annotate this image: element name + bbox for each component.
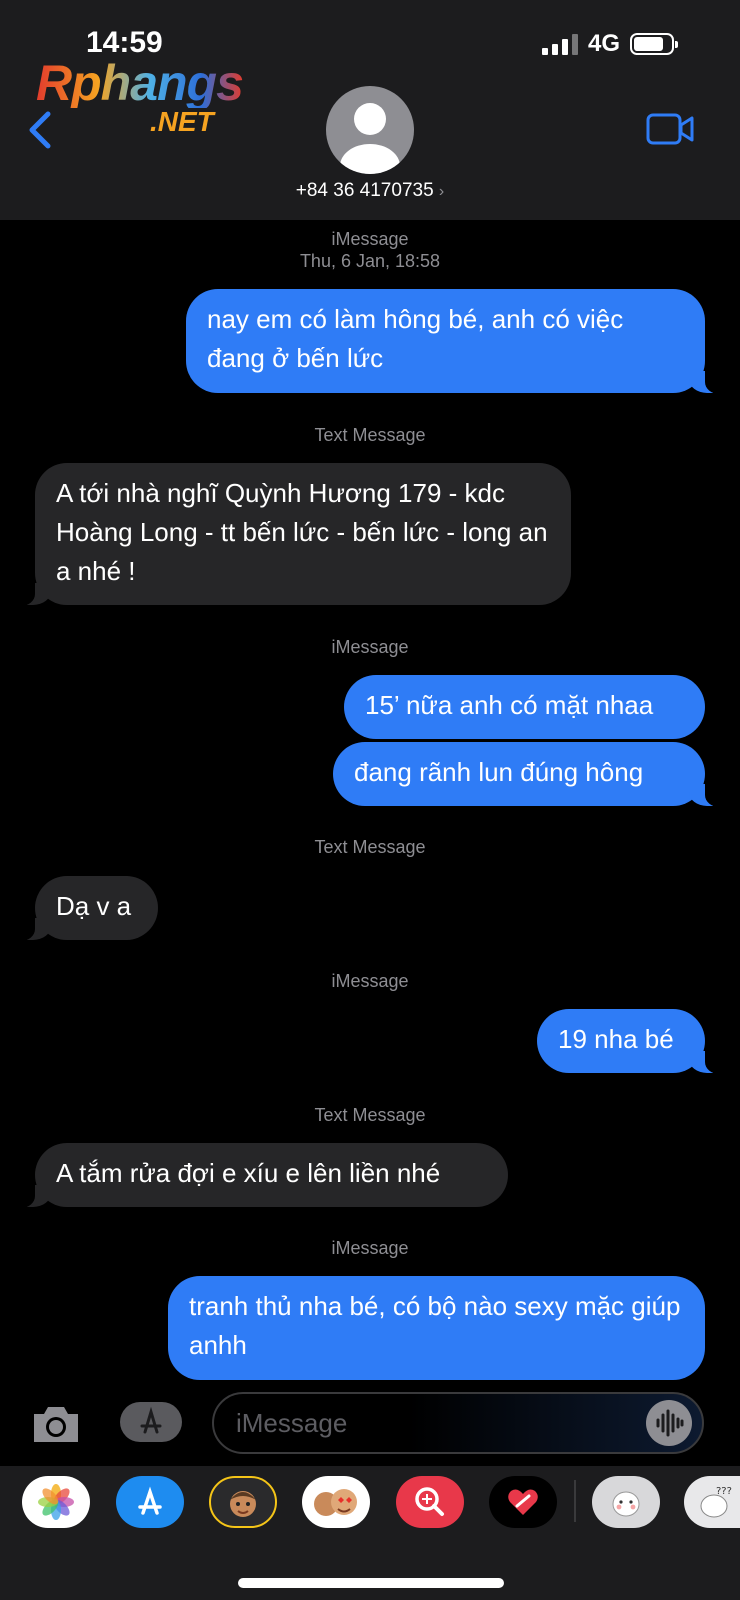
drawer-divider — [574, 1480, 576, 1522]
audio-message-button[interactable] — [646, 1400, 692, 1446]
home-indicator[interactable] — [238, 1578, 504, 1588]
message-bubble-outgoing[interactable]: 15’ nữa anh có mặt nhaa — [344, 675, 705, 739]
message-input[interactable]: iMessage — [212, 1392, 704, 1454]
photos-icon[interactable] — [22, 1476, 90, 1528]
service-label: iMessage — [331, 971, 409, 991]
message-bubble-outgoing[interactable]: 19 nha bé — [537, 1009, 727, 1074]
message-input-placeholder: iMessage — [236, 1408, 348, 1438]
watermark-logo: Rphangs .NET — [36, 55, 244, 137]
network-type: 4G — [587, 30, 620, 57]
timestamp: Thu, 6 Jan, 18:58 — [299, 251, 441, 271]
memoji-stickers-icon[interactable] — [302, 1476, 370, 1528]
contact-avatar[interactable] — [326, 86, 414, 174]
message-bubble-outgoing[interactable]: tranh thủ nha bé, có bộ nào sexy mặc giú… — [168, 1276, 705, 1380]
service-label: Text Message — [314, 837, 426, 857]
cellular-signal-icon — [541, 33, 578, 55]
image-search-icon[interactable] — [396, 1476, 464, 1528]
digital-touch-icon[interactable] — [489, 1476, 557, 1528]
memoji-icon[interactable] — [209, 1476, 277, 1528]
sticker-icon[interactable]: ??? — [684, 1476, 740, 1528]
message-bubble-incoming[interactable]: A tới nhà nghĩ Quỳnh Hương 179 - kdc Hoà… — [13, 463, 571, 606]
app-store-icon — [140, 1406, 162, 1434]
message-bubble-incoming[interactable]: A tắm rửa đợi e xíu e lên liền nhé — [13, 1143, 508, 1208]
contact-phone: +84 36 4170735 — [295, 180, 434, 201]
camera-icon[interactable] — [30, 1402, 82, 1446]
watermark-sub: .NET — [150, 106, 214, 137]
service-label: Text Message — [314, 1105, 426, 1125]
message-bubble-incoming[interactable]: Dạ v a — [13, 876, 158, 941]
compose-bar: iMessage — [0, 1382, 740, 1466]
imessage-app-drawer: ??? — [0, 1466, 740, 1600]
app-store-button[interactable] — [120, 1402, 182, 1442]
svg-text:???: ??? — [716, 1486, 732, 1497]
message-bubble-outgoing[interactable]: nay em có làm hông bé, anh có việc đang … — [186, 289, 727, 394]
app-store-icon[interactable] — [116, 1476, 184, 1528]
person-icon — [340, 103, 400, 174]
service-label: iMessage — [331, 229, 409, 249]
service-label: iMessage — [331, 637, 409, 657]
service-label: iMessage — [331, 1238, 409, 1258]
battery-icon — [630, 33, 678, 55]
status-indicators: 4G — [541, 30, 678, 58]
video-call-icon[interactable] — [646, 112, 694, 146]
message-bubble-outgoing[interactable]: đang rãnh lun đúng hông — [333, 742, 727, 807]
sticker-icon[interactable] — [592, 1476, 660, 1528]
watermark-main: Rphangs — [36, 55, 244, 111]
chevron-right-icon: › — [438, 183, 445, 200]
conversation-header: 14:59 4G Rphangs .NET +84 36 4170735 › — [0, 0, 740, 220]
contact-name[interactable]: +84 36 4170735 › — [0, 180, 740, 202]
service-label: Text Message — [314, 425, 426, 445]
back-chevron-icon[interactable] — [26, 110, 56, 150]
waveform-icon — [656, 1409, 684, 1437]
